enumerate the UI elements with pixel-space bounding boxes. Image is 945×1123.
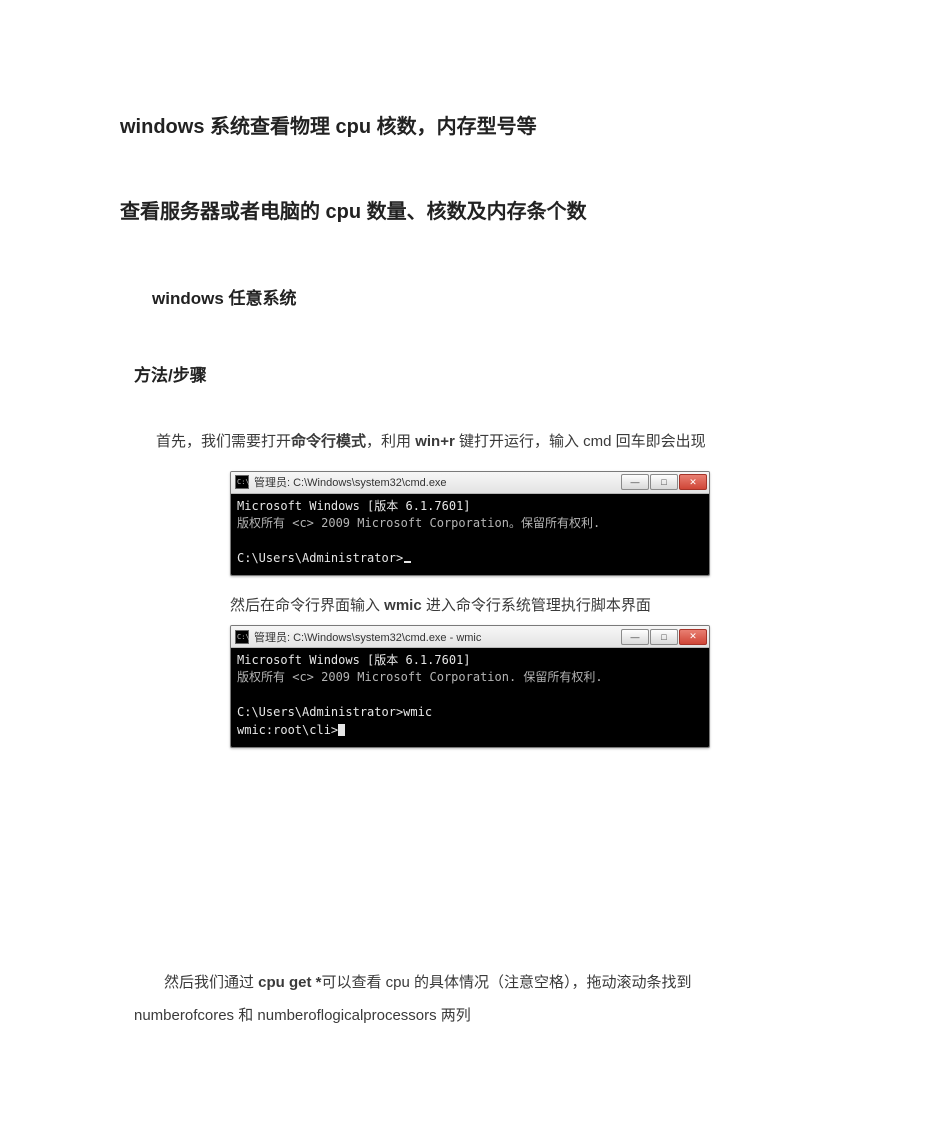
bold-text: win+r bbox=[411, 433, 459, 450]
window-buttons: — □ ✕ bbox=[620, 629, 707, 645]
close-button[interactable]: ✕ bbox=[679, 474, 707, 490]
terminal-line: 版权所有 <c> 2009 Microsoft Corporation. 保留所… bbox=[237, 670, 603, 684]
cmd-screenshot-1: 管理员: C:\Windows\system32\cmd.exe — □ ✕ M… bbox=[120, 471, 825, 577]
window-buttons: — □ ✕ bbox=[620, 474, 707, 490]
terminal-body: Microsoft Windows [版本 6.1.7601] 版权所有 <c>… bbox=[231, 494, 709, 576]
window-title: 管理员: C:\Windows\system32\cmd.exe bbox=[254, 474, 620, 490]
terminal-line: Microsoft Windows [版本 6.1.7601] bbox=[237, 499, 471, 513]
cursor-icon bbox=[404, 561, 411, 563]
text: 可以查看 cpu 的具体情况（注意空格），拖动滚动条找到 bbox=[322, 974, 692, 991]
step1-text: 首先，我们需要打开命令行模式，利用 win+r 键打开运行，输入 cmd 回车即… bbox=[156, 428, 825, 457]
maximize-button[interactable]: □ bbox=[650, 474, 678, 490]
minimize-button[interactable]: — bbox=[621, 629, 649, 645]
spacer bbox=[120, 766, 825, 966]
text: ，利用 bbox=[366, 433, 411, 450]
cmd-icon bbox=[235, 630, 249, 644]
window-titlebar: 管理员: C:\Windows\system32\cmd.exe — □ ✕ bbox=[231, 472, 709, 494]
terminal-body: Microsoft Windows [版本 6.1.7601] 版权所有 <c>… bbox=[231, 648, 709, 747]
tool-heading: windows 任意系统 bbox=[152, 284, 825, 309]
cmd-screenshot-2: 管理员: C:\Windows\system32\cmd.exe - wmic … bbox=[120, 625, 825, 748]
step2-text: 然后在命令行界面输入 wmic 进入命令行系统管理执行脚本界面 bbox=[230, 594, 825, 615]
text: 键打开运行，输入 cmd 回车即会出现 bbox=[459, 433, 706, 450]
text: 然后我们通过 bbox=[164, 974, 258, 991]
terminal-prompt: wmic:root\cli> bbox=[237, 723, 338, 737]
terminal-line: C:\Users\Administrator>wmic bbox=[237, 705, 432, 719]
close-button[interactable]: ✕ bbox=[679, 629, 707, 645]
text: 进入命令行系统管理执行脚本界面 bbox=[422, 597, 651, 614]
text: 首先，我们需要打开 bbox=[156, 433, 291, 450]
bold-text: wmic bbox=[384, 597, 422, 614]
document-page: windows 系统查看物理 cpu 核数，内存型号等 查看服务器或者电脑的 c… bbox=[0, 0, 945, 1123]
step3-text-line2: numberofcores 和 numberoflogicalprocessor… bbox=[134, 1001, 825, 1031]
bold-text: 命令行模式 bbox=[291, 433, 366, 450]
method-heading: 方法/步骤 bbox=[134, 361, 825, 386]
terminal-line: 版权所有 <c> 2009 Microsoft Corporation。保留所有… bbox=[237, 516, 600, 530]
window-titlebar: 管理员: C:\Windows\system32\cmd.exe - wmic … bbox=[231, 626, 709, 648]
bold-text: cpu get * bbox=[258, 974, 321, 991]
page-title: windows 系统查看物理 cpu 核数，内存型号等 bbox=[120, 110, 825, 139]
maximize-button[interactable]: □ bbox=[650, 629, 678, 645]
terminal-prompt: C:\Users\Administrator> bbox=[237, 551, 403, 565]
cursor-icon bbox=[338, 724, 345, 736]
step3-text: 然后我们通过 cpu get *可以查看 cpu 的具体情况（注意空格），拖动滚… bbox=[134, 966, 825, 1001]
minimize-button[interactable]: — bbox=[621, 474, 649, 490]
window-title: 管理员: C:\Windows\system32\cmd.exe - wmic bbox=[254, 629, 620, 645]
page-subtitle: 查看服务器或者电脑的 cpu 数量、核数及内存条个数 bbox=[120, 195, 825, 224]
terminal-line: Microsoft Windows [版本 6.1.7601] bbox=[237, 653, 471, 667]
text: 然后在命令行界面输入 bbox=[230, 597, 384, 614]
cmd-icon bbox=[235, 475, 249, 489]
